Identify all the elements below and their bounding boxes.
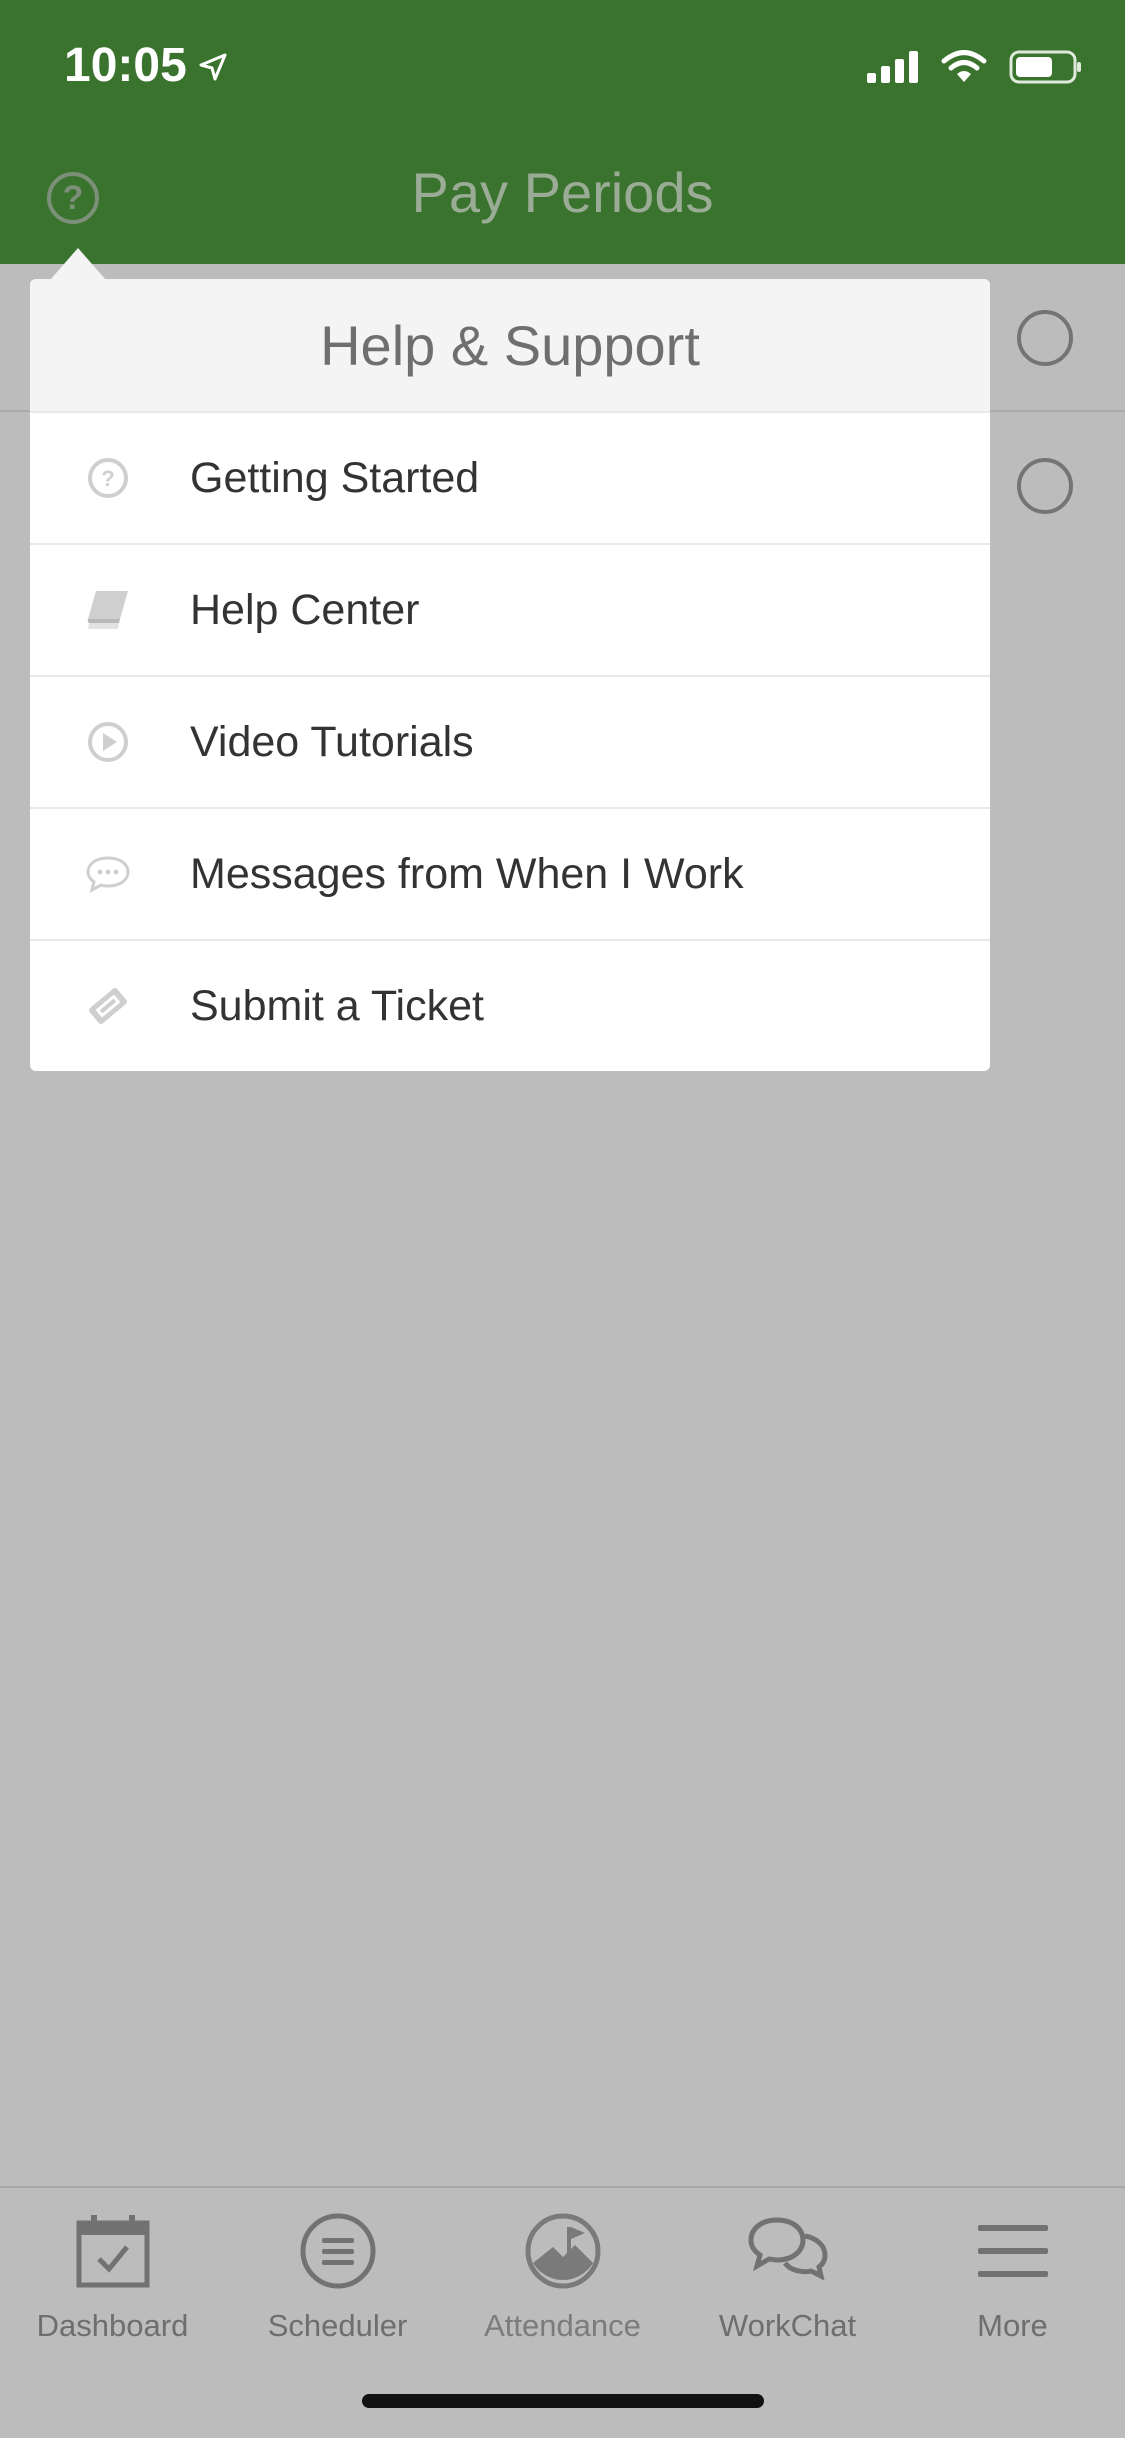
- menu-item-submit-ticket[interactable]: Submit a Ticket: [30, 939, 990, 1071]
- menu-icon: [976, 2206, 1050, 2296]
- status-bar-icons: [867, 50, 1083, 89]
- svg-text:?: ?: [101, 466, 114, 491]
- chat-bubble-icon: [72, 854, 144, 894]
- tab-label: More: [977, 2308, 1048, 2343]
- menu-item-video-tutorials[interactable]: Video Tutorials: [30, 675, 990, 807]
- app-header: 10:05 ? Pay Periods: [0, 0, 1125, 264]
- tab-attendance[interactable]: Attendance: [450, 2206, 675, 2356]
- location-arrow-icon: [199, 38, 227, 93]
- help-support-popover: Help & Support ? Getting Started Help Ce…: [30, 279, 990, 1071]
- tab-label: Scheduler: [267, 2308, 408, 2343]
- list-circle-icon: [298, 2206, 378, 2296]
- menu-item-label: Getting Started: [190, 453, 480, 502]
- clock-flag-icon: [523, 2206, 603, 2296]
- menu-item-help-center[interactable]: Help Center: [30, 543, 990, 675]
- menu-item-label: Messages from When I Work: [190, 849, 744, 898]
- time-text: 10:05: [64, 39, 187, 92]
- tab-label: Attendance: [484, 2308, 641, 2343]
- popover-title: Help & Support: [30, 279, 990, 411]
- tab-scheduler[interactable]: Scheduler: [225, 2206, 450, 2356]
- menu-item-messages[interactable]: Messages from When I Work: [30, 807, 990, 939]
- question-circle-icon: ?: [72, 456, 144, 500]
- cellular-signal-icon: [867, 51, 919, 88]
- menu-item-label: Submit a Ticket: [190, 981, 484, 1030]
- menu-item-getting-started[interactable]: ? Getting Started: [30, 411, 990, 543]
- home-indicator[interactable]: [362, 2394, 764, 2408]
- page-title: Pay Periods: [411, 161, 714, 224]
- menu-item-label: Video Tutorials: [190, 717, 474, 766]
- calendar-check-icon: [75, 2206, 151, 2296]
- tab-label: Dashboard: [36, 2308, 189, 2343]
- tab-label: WorkChat: [718, 2308, 857, 2343]
- popover-arrow: [50, 248, 106, 280]
- ticket-icon: [72, 982, 144, 1030]
- status-bar-time: 10:05: [64, 38, 227, 93]
- radio-button[interactable]: [1017, 310, 1073, 366]
- book-icon: [72, 589, 144, 631]
- menu-item-label: Help Center: [190, 585, 420, 634]
- wifi-icon: [941, 50, 987, 89]
- tab-more[interactable]: More: [900, 2206, 1125, 2356]
- radio-button[interactable]: [1017, 458, 1073, 514]
- chat-bubbles-icon: [747, 2206, 829, 2296]
- tab-workchat[interactable]: WorkChat: [675, 2206, 900, 2356]
- play-circle-icon: [72, 720, 144, 764]
- battery-icon: [1009, 50, 1083, 89]
- tab-dashboard[interactable]: Dashboard: [0, 2206, 225, 2356]
